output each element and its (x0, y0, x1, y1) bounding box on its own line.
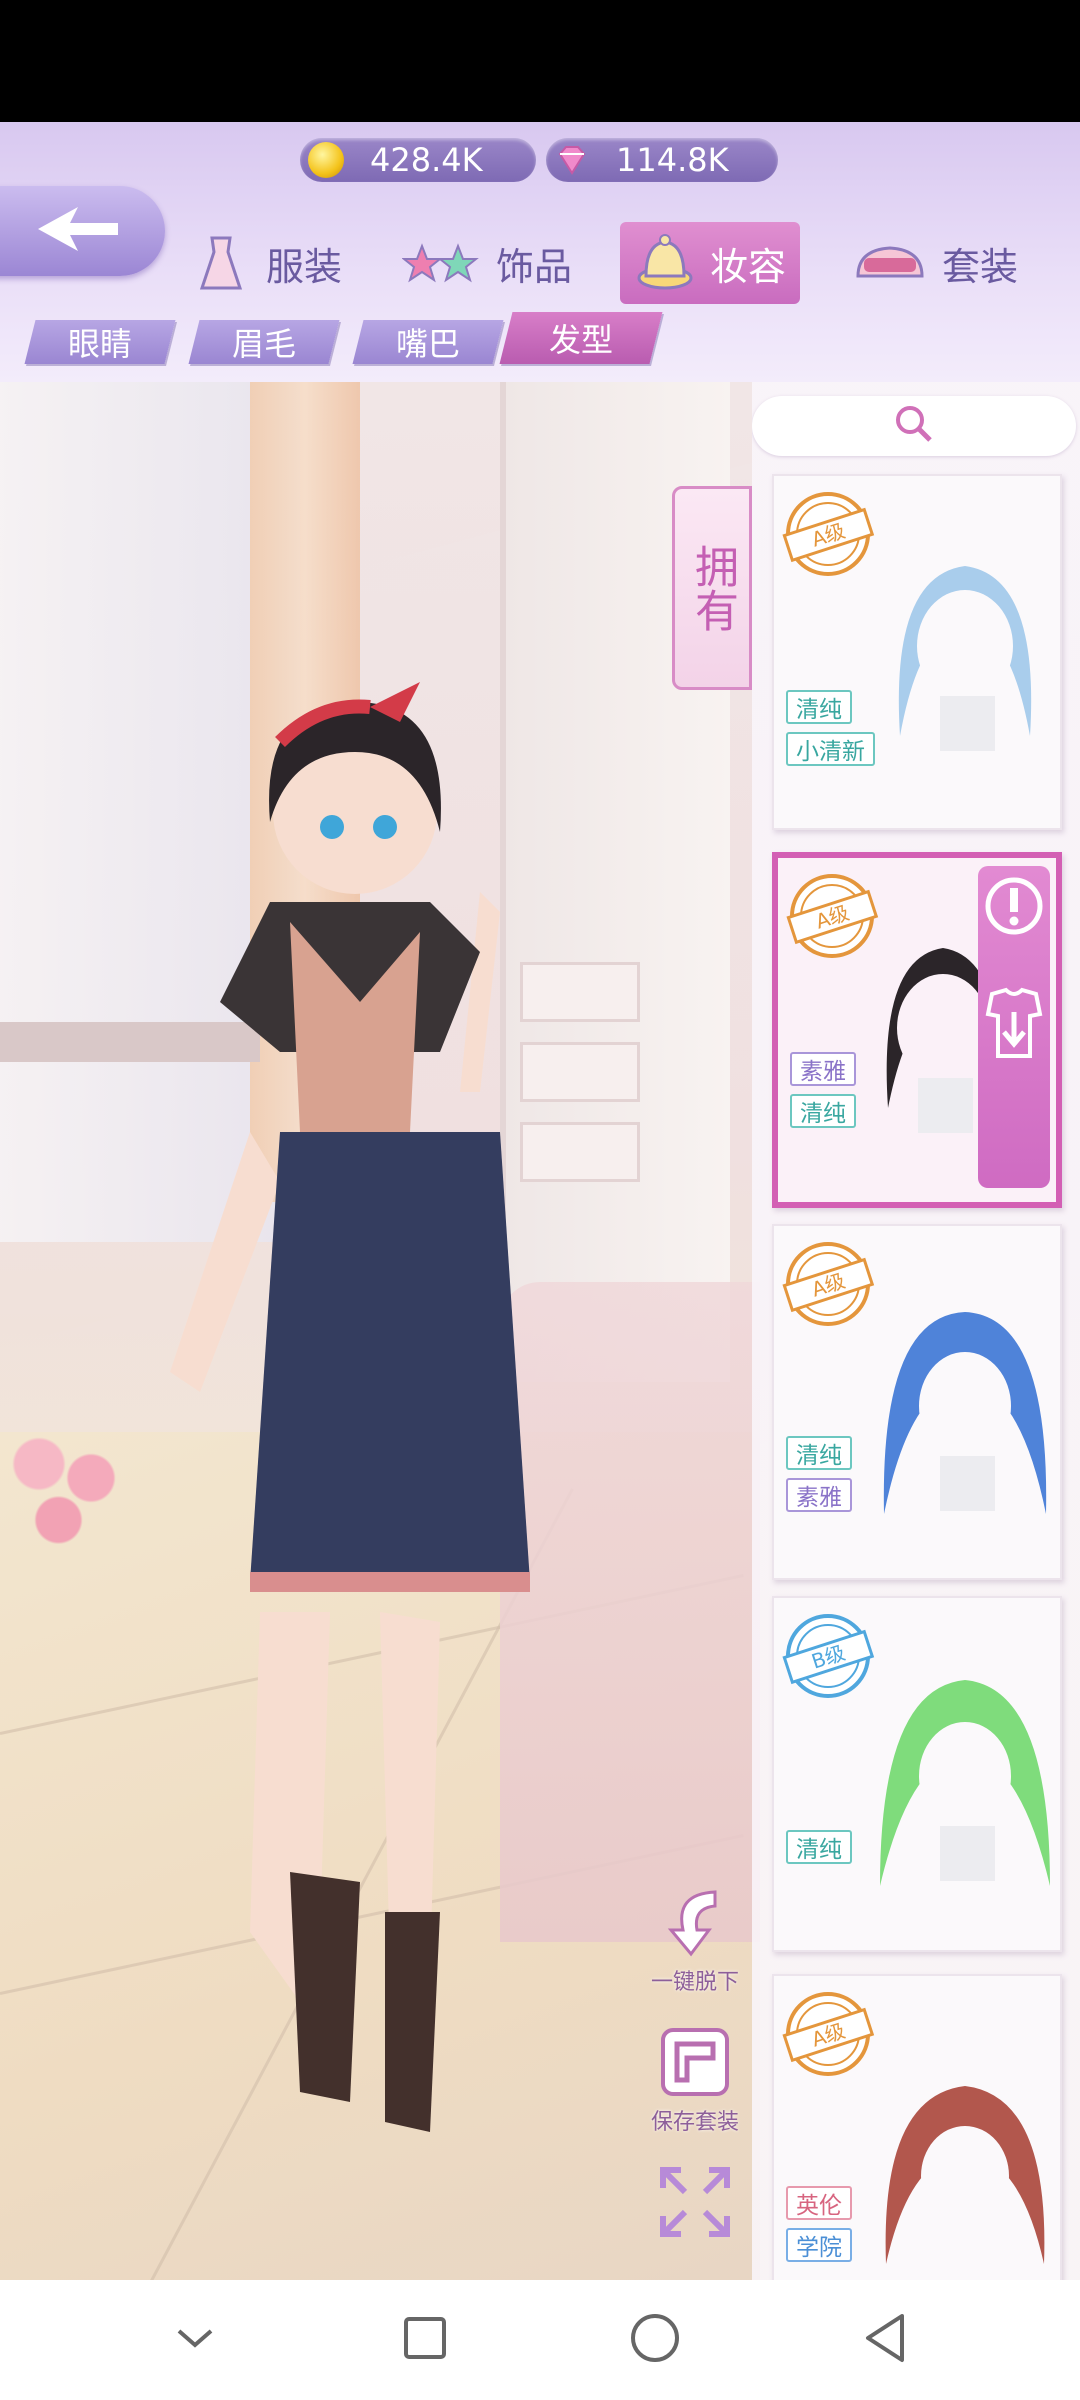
style-tag: 素雅 (790, 1052, 856, 1086)
sub-tab-eyebrows[interactable]: 眉毛 (188, 320, 340, 364)
nav-back-button[interactable] (850, 2305, 920, 2375)
square-icon (400, 2313, 450, 2367)
stars-icon (401, 232, 482, 294)
save-outfit-label: 保存套装 (650, 2110, 739, 2135)
grade-badge: A级 (780, 1986, 876, 2082)
side-controls: 一键脱下 保存套装 (640, 1882, 750, 2268)
hair-preview (883, 1312, 1047, 1514)
back-button[interactable] (0, 186, 165, 276)
chevron-down-icon (173, 2323, 217, 2357)
hat-icon (634, 232, 696, 294)
sub-tab-hairstyle[interactable]: 发型 (499, 312, 663, 364)
triangle-back-icon (860, 2310, 910, 2370)
circle-icon (627, 2310, 683, 2370)
undress-all-label: 一键脱下 (650, 1970, 739, 1995)
hair-preview (880, 1680, 1050, 1886)
selected-item-actions (978, 866, 1050, 1188)
gem-icon (554, 142, 590, 178)
hair-preview (885, 2086, 1045, 2264)
sub-tab-eyes[interactable]: 眼睛 (24, 320, 176, 364)
sub-tab-mouth-label: 嘴巴 (395, 325, 460, 363)
coin-icon (308, 142, 344, 178)
grade-badge: B级 (780, 1608, 876, 1704)
nav-collapse-button[interactable] (160, 2305, 230, 2375)
expand-arrows-icon (655, 2162, 735, 2242)
crown-icon (852, 232, 928, 294)
dress-icon (190, 232, 252, 294)
sub-tab-hairstyle-label: 发型 (548, 321, 613, 359)
search-icon (892, 402, 936, 450)
status-bar (0, 0, 1080, 122)
hairstyle-card[interactable]: A级 英伦 学院 (772, 1974, 1062, 2280)
style-tag: 学院 (786, 2228, 852, 2262)
hairstyle-card-selected[interactable]: A级 素雅 清纯 (772, 852, 1062, 1208)
style-tag: 素雅 (786, 1478, 852, 1512)
coin-amount: 428.4K (370, 141, 483, 179)
style-tag: 英伦 (786, 2186, 852, 2220)
grade-badge: A级 (780, 1236, 876, 1332)
tab-makeup-label: 妆容 (710, 244, 787, 289)
owned-filter-label: 拥有 (687, 544, 738, 632)
style-tag: 清纯 (786, 690, 852, 724)
sub-tab-mouth[interactable]: 嘴巴 (352, 320, 504, 364)
style-tag: 清纯 (786, 1436, 852, 1470)
tab-outfits[interactable]: 套装 (852, 222, 1018, 304)
hairstyle-list[interactable]: A级 清纯 小清新 A级 素雅 清纯 A级 清纯 素雅 B级 清纯 A级 英伦 … (752, 382, 1080, 2280)
hairstyle-card[interactable]: A级 清纯 小清新 (772, 474, 1062, 830)
search-button[interactable] (752, 396, 1076, 456)
tab-accessories-label: 饰品 (496, 244, 573, 289)
sub-tab-eyes-label: 眼睛 (67, 325, 132, 363)
sub-tab-eyebrows-label: 眉毛 (231, 325, 296, 363)
nav-recents-button[interactable] (390, 2305, 460, 2375)
style-tag: 清纯 (790, 1094, 856, 1128)
coin-balance[interactable]: 428.4K (300, 138, 536, 182)
gem-amount: 114.8K (616, 141, 729, 179)
tab-clothing[interactable]: 服装 (190, 222, 342, 304)
undo-arrow-icon (655, 1882, 735, 1962)
hair-preview (898, 566, 1032, 751)
style-tag: 小清新 (786, 732, 875, 766)
tab-makeup[interactable]: 妆容 (620, 222, 801, 304)
character-model[interactable] (100, 532, 560, 2272)
take-off-icon[interactable] (984, 986, 1044, 1070)
tab-clothing-label: 服装 (266, 244, 343, 289)
hairstyle-card[interactable]: B级 清纯 (772, 1596, 1062, 1952)
owned-filter-tab[interactable]: 拥有 (672, 486, 752, 690)
gem-balance[interactable]: 114.8K (546, 138, 778, 182)
tab-outfits-label: 套装 (942, 244, 1019, 289)
info-icon[interactable] (984, 876, 1044, 940)
save-hanger-icon (655, 2022, 735, 2102)
system-nav-bar (0, 2280, 1080, 2400)
fullscreen-button[interactable] (640, 2162, 750, 2242)
top-panel: 428.4K 114.8K 服装 饰品 妆容 套装 眼睛 眉毛 嘴巴 发型 (0, 122, 1080, 382)
sub-tab-row: 眼睛 眉毛 嘴巴 发型 (0, 312, 1080, 374)
style-tag: 清纯 (786, 1830, 852, 1864)
grade-badge: A级 (780, 486, 876, 582)
save-outfit-button[interactable]: 保存套装 (640, 2022, 750, 2136)
nav-home-button[interactable] (620, 2305, 690, 2375)
hairstyle-card[interactable]: A级 清纯 素雅 (772, 1224, 1062, 1580)
tab-accessories[interactable]: 饰品 (401, 222, 573, 304)
back-arrow-icon (18, 199, 128, 263)
undress-all-button[interactable]: 一键脱下 (640, 1882, 750, 1996)
